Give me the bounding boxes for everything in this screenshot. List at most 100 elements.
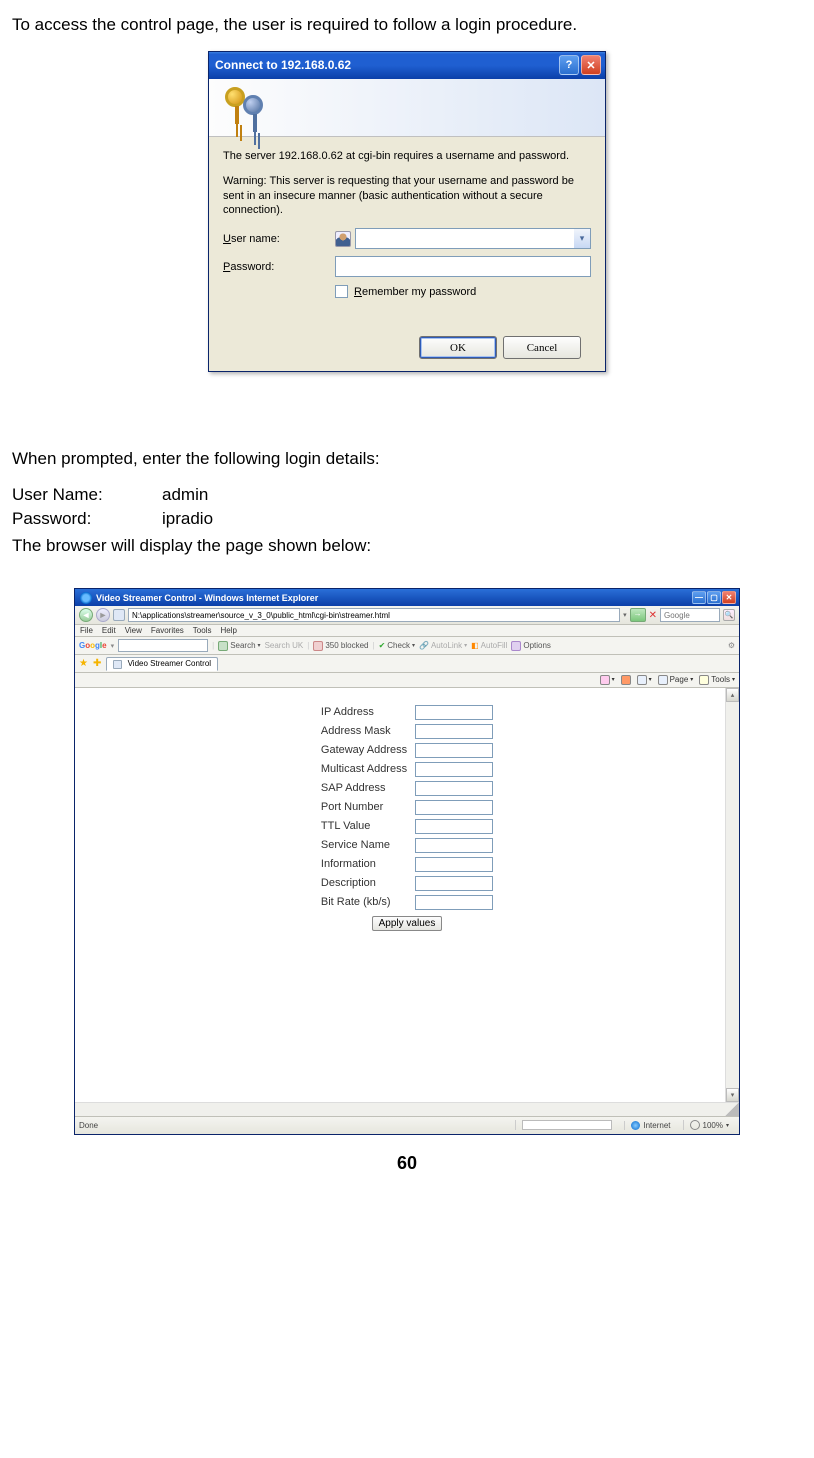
- close-button[interactable]: ✕: [581, 55, 601, 75]
- page-icon: [113, 609, 125, 621]
- input-desc[interactable]: [415, 876, 493, 891]
- scroll-up-button[interactable]: ▴: [726, 688, 739, 702]
- menu-view[interactable]: View: [125, 626, 142, 635]
- browser-tab[interactable]: Video Streamer Control: [106, 657, 218, 670]
- add-favorite-icon[interactable]: ✚: [93, 658, 101, 669]
- google-search-input[interactable]: [118, 639, 208, 652]
- google-options[interactable]: Options: [511, 641, 551, 651]
- progress-bar: [522, 1120, 612, 1130]
- lbl-port: Port Number: [318, 799, 410, 816]
- scroll-down-button[interactable]: ▾: [726, 1088, 739, 1102]
- ie-status-bar: Done Internet 100%▾: [75, 1116, 739, 1134]
- streamer-form: IP Address Address Mask Gateway Address …: [316, 702, 498, 931]
- lbl-service: Service Name: [318, 837, 410, 854]
- menu-favorites[interactable]: Favorites: [151, 626, 184, 635]
- forward-icon[interactable]: ►: [96, 608, 110, 622]
- input-ttl[interactable]: [415, 819, 493, 834]
- lbl-info: Information: [318, 856, 410, 873]
- ie-close-button[interactable]: ✕: [722, 591, 736, 604]
- google-settings-icon[interactable]: ⚙: [728, 641, 735, 650]
- favorites-star-icon[interactable]: ★: [79, 658, 88, 669]
- resize-grip[interactable]: [725, 1102, 739, 1116]
- status-zone: Internet: [624, 1121, 676, 1130]
- input-info[interactable]: [415, 857, 493, 872]
- username-label: User name:: [223, 233, 335, 245]
- tools-menu[interactable]: Tools▾: [699, 675, 735, 685]
- print-icon[interactable]: ▾: [637, 675, 652, 685]
- dialog-titlebar[interactable]: Connect to 192.168.0.62 ? ✕: [209, 52, 605, 79]
- ie-menubar: File Edit View Favorites Tools Help: [75, 625, 739, 637]
- google-search-button[interactable]: Search▾: [218, 641, 260, 651]
- password-input[interactable]: [335, 256, 591, 277]
- doc-intro: To access the control page, the user is …: [12, 14, 802, 37]
- doc-after-login: The browser will display the page shown …: [12, 535, 802, 558]
- auth-dialog: Connect to 192.168.0.62 ? ✕ The server 1…: [208, 51, 606, 372]
- google-search-uk[interactable]: Search UK: [265, 641, 304, 650]
- stop-icon[interactable]: ✕: [649, 610, 657, 621]
- keys-icon: [221, 85, 269, 129]
- page-number: 60: [12, 1153, 802, 1174]
- google-autolink[interactable]: 🔗AutoLink▾: [419, 641, 467, 650]
- ie-min-button[interactable]: —: [692, 591, 706, 604]
- menu-edit[interactable]: Edit: [102, 626, 116, 635]
- ie-command-bar: ▾ ▾ Page▾ Tools▾: [75, 673, 739, 688]
- server-message: The server 192.168.0.62 at cgi-bin requi…: [223, 149, 591, 164]
- lbl-multicast: Multicast Address: [318, 761, 410, 778]
- input-service[interactable]: [415, 838, 493, 853]
- username-input[interactable]: [355, 228, 574, 249]
- tab-page-icon: [113, 660, 122, 669]
- menu-file[interactable]: File: [80, 626, 93, 635]
- ie-e-icon: [80, 592, 92, 604]
- google-autofill[interactable]: ◧AutoFill: [471, 641, 507, 650]
- dialog-title: Connect to 192.168.0.62: [215, 58, 557, 72]
- user-icon: [335, 231, 351, 247]
- username-dropdown-button[interactable]: ▾: [574, 228, 591, 249]
- page-menu[interactable]: Page▾: [658, 675, 694, 685]
- remember-checkbox[interactable]: [335, 285, 348, 298]
- back-icon[interactable]: ◄: [79, 608, 93, 622]
- help-button[interactable]: ?: [559, 55, 579, 75]
- warning-message: Warning: This server is requesting that …: [223, 174, 591, 219]
- doc-username-row: User Name: admin: [12, 485, 802, 505]
- input-ip[interactable]: [415, 705, 493, 720]
- feeds-icon[interactable]: [621, 675, 631, 685]
- input-multicast[interactable]: [415, 762, 493, 777]
- search-go-icon[interactable]: 🔍: [723, 609, 735, 621]
- remember-label: Remember my password: [354, 286, 476, 298]
- go-button[interactable]: →: [630, 608, 646, 622]
- input-port[interactable]: [415, 800, 493, 815]
- lbl-bitrate: Bit Rate (kb/s): [318, 894, 410, 911]
- lbl-ip: IP Address: [318, 704, 410, 721]
- google-toolbar: Google ▾ | Search▾ Search UK | 350 block…: [75, 637, 739, 655]
- doc-prompt-intro: When prompted, enter the following login…: [12, 448, 802, 471]
- lbl-sap: SAP Address: [318, 780, 410, 797]
- home-icon[interactable]: ▾: [600, 675, 615, 685]
- google-logo: Google: [79, 641, 107, 650]
- search-input[interactable]: [660, 608, 720, 622]
- zoom-icon: [690, 1120, 700, 1130]
- lbl-gateway: Gateway Address: [318, 742, 410, 759]
- vertical-scrollbar[interactable]: ▴ ▾: [725, 688, 739, 1116]
- password-label: Password:: [223, 261, 335, 273]
- status-zoom[interactable]: 100%▾: [683, 1120, 735, 1130]
- menu-tools[interactable]: Tools: [193, 626, 212, 635]
- google-blocked[interactable]: 350 blocked: [313, 641, 368, 651]
- input-gateway[interactable]: [415, 743, 493, 758]
- apply-button[interactable]: Apply values: [372, 916, 443, 931]
- ie-max-button[interactable]: ▢: [707, 591, 721, 604]
- cancel-button[interactable]: Cancel: [503, 336, 581, 359]
- lbl-desc: Description: [318, 875, 410, 892]
- ie-window: Video Streamer Control - Windows Interne…: [74, 588, 740, 1134]
- ok-button[interactable]: OK: [419, 336, 497, 359]
- input-bitrate[interactable]: [415, 895, 493, 910]
- address-input[interactable]: [128, 608, 620, 622]
- menu-help[interactable]: Help: [220, 626, 236, 635]
- horizontal-scrollbar[interactable]: [75, 1102, 739, 1116]
- input-sap[interactable]: [415, 781, 493, 796]
- ie-titlebar[interactable]: Video Streamer Control - Windows Interne…: [75, 589, 739, 606]
- ie-address-bar: ◄ ► ▾ → ✕ 🔍: [75, 606, 739, 625]
- doc-password-row: Password: ipradio: [12, 509, 802, 529]
- input-mask[interactable]: [415, 724, 493, 739]
- internet-zone-icon: [631, 1121, 640, 1130]
- google-check[interactable]: ✔Check▾: [379, 641, 415, 650]
